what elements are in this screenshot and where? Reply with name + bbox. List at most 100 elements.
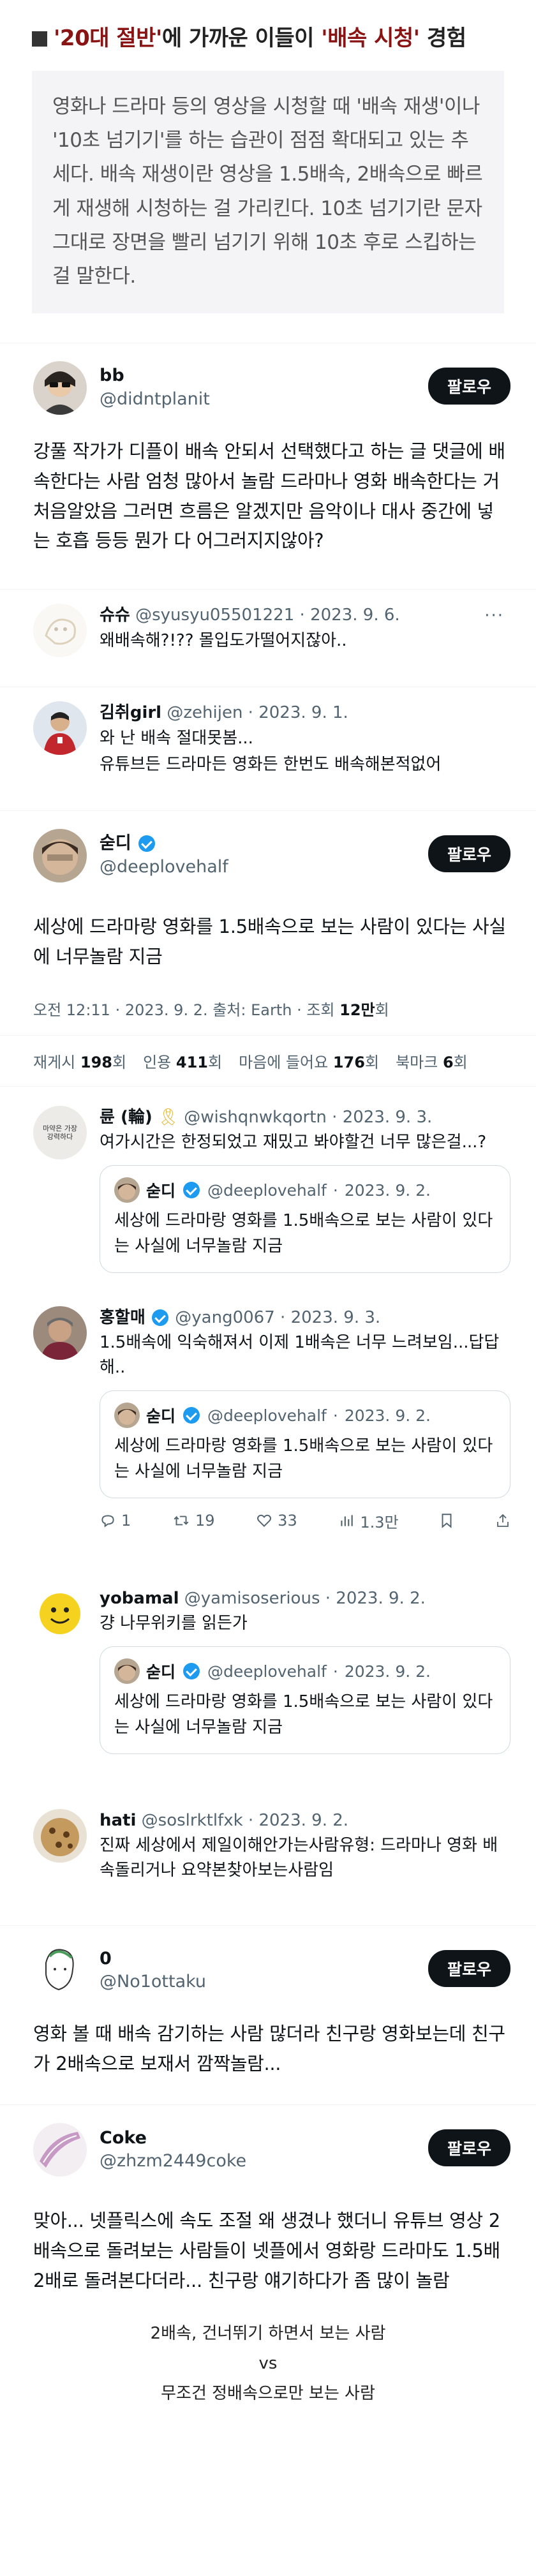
share-action[interactable]	[495, 1512, 510, 1529]
caption-line-3: 무조건 정배속으로만 보는 사람	[161, 2383, 375, 2403]
reply-handle[interactable]: @yang0067	[175, 1308, 274, 1327]
avatar[interactable]	[33, 361, 87, 415]
reply-handle[interactable]: @syusyu05501221	[135, 606, 294, 625]
follow-button[interactable]: 팔로우	[428, 367, 510, 405]
avatar[interactable]	[33, 701, 87, 756]
reply-zehijen[interactable]: 김취girl @zehijen · 2023. 9. 1. 와 난 배속 절대못…	[0, 687, 536, 793]
tweet-timestamp[interactable]: 오전 12:11 · 2023. 9. 2. 출처: Earth · 조회 12…	[0, 991, 536, 1035]
tweet-time[interactable]: 오전 12:11 · 2023. 9. 2. 출처: Earth · 조회	[33, 1001, 339, 1019]
quotes-stat[interactable]: 인용 411회	[143, 1050, 222, 1072]
retweet-action[interactable]: 19	[172, 1512, 215, 1530]
quoted-name: 숟디	[146, 1663, 176, 1682]
reply-text: 왜배속해?!?? 몰입도가떨어지잖아..	[100, 630, 347, 650]
title-end: 경험	[419, 26, 466, 51]
like-action[interactable]: 33	[256, 1512, 297, 1530]
reply-wishqnwkqortn[interactable]: 마약은 가장 강력하다 륜 (輪) 🎗 @wishqnwkqortn · 202…	[0, 1087, 536, 1290]
verified-badge-icon	[138, 835, 156, 852]
tweet-text: 세상에 드라마랑 영화를 1.5배속으로 보는 사람이 있다는 사실에 너무놀람…	[33, 915, 506, 967]
avatar[interactable]	[33, 1944, 87, 1998]
unit: 회	[364, 1053, 380, 1071]
avatar[interactable]: 마약은 가장 강력하다	[33, 1105, 87, 1159]
avatar[interactable]	[33, 604, 87, 658]
reply-name[interactable]: 홍할매	[100, 1308, 145, 1327]
avatar-text: 마약은 가장 강력하다	[42, 1124, 78, 1141]
tweet-no1ottaku[interactable]: 0 @No1ottaku 팔로우 영화 볼 때 배속 감기하는 사람 많더라 친…	[0, 1925, 536, 2099]
likes-label: 마음에 들어요	[239, 1053, 329, 1071]
reply-name[interactable]: 김취girl	[100, 703, 161, 722]
follow-button[interactable]: 팔로우	[428, 2129, 510, 2167]
unit: 회	[112, 1053, 127, 1071]
title-mid: 에 가까운 이들이	[161, 26, 322, 51]
avatar[interactable]	[33, 828, 87, 882]
quoted-date: 2023. 9. 2.	[344, 1180, 431, 1200]
user-handle[interactable]: @zhzm2449coke	[100, 2150, 246, 2173]
bookmark-action[interactable]	[440, 1512, 454, 1529]
reply-handle[interactable]: @wishqnwkqortn	[184, 1108, 327, 1127]
quoted-tweet[interactable]: 숟디 @deeplovehalf · 2023. 9. 2. 세상에 드라마랑 영…	[100, 1390, 510, 1498]
user-handle[interactable]: @didntplanit	[100, 388, 210, 411]
reply-handle[interactable]: @soslrktlfxk	[142, 1811, 243, 1830]
quoted-handle: @deeplovehalf	[207, 1180, 327, 1200]
user-name[interactable]: 숟디	[100, 833, 131, 853]
reply-date[interactable]: 2023. 9. 3.	[343, 1108, 433, 1127]
unit: 회	[453, 1053, 468, 1071]
reply-yamisoserious[interactable]: yobamal @yamisoserious · 2023. 9. 2. 걍 나…	[0, 1549, 536, 1771]
avatar[interactable]	[33, 1306, 87, 1360]
views-count: 1.3만	[360, 1513, 399, 1531]
retweets-stat[interactable]: 재게시 198회	[33, 1050, 126, 1072]
follow-button[interactable]: 팔로우	[428, 1950, 510, 1988]
quoted-avatar	[114, 1403, 140, 1429]
more-icon[interactable]: ···	[484, 606, 504, 625]
user-handle[interactable]: @deeplovehalf	[100, 856, 228, 879]
avatar[interactable]	[33, 1808, 87, 1863]
unit: 회	[208, 1053, 223, 1071]
reply-text-1: 와 난 배속 절대못봄...	[100, 728, 253, 748]
user-name[interactable]: 0	[100, 1947, 206, 1970]
reply-name[interactable]: 륜 (輪)	[100, 1108, 153, 1127]
quotes-count: 411	[175, 1053, 209, 1071]
user-name[interactable]: Coke	[100, 2127, 246, 2150]
caption-line-1: 2배속, 건너뛰기 하면서 보는 사람	[150, 2323, 386, 2343]
reply-name[interactable]: 슈슈	[100, 606, 130, 625]
likes-stat[interactable]: 마음에 들어요 176회	[239, 1050, 379, 1072]
reply-count: 1	[121, 1512, 131, 1530]
tweet-bb[interactable]: bb @didntplanit 팔로우 강풀 작가가 디플이 배속 안되서 선택…	[0, 342, 536, 576]
reply-name[interactable]: hati	[100, 1811, 136, 1830]
user-handle[interactable]: @No1ottaku	[100, 1970, 206, 1993]
tweet-deeplovehalf[interactable]: 숟디 @deeplovehalf 팔로우 세상에 드라마랑 영화를 1.5배속으…	[0, 810, 536, 991]
verified-badge-icon	[183, 1407, 200, 1424]
reply-syusyu[interactable]: 슈슈 @syusyu05501221 · 2023. 9. 6. 왜배속해?!?…	[0, 589, 536, 674]
quoted-text: 세상에 드라마랑 영화를 1.5배속으로 보는 사람이 있다는 사실에 너무놀람…	[114, 1211, 493, 1256]
reply-name[interactable]: yobamal	[100, 1589, 179, 1608]
article-body: 영화나 드라마 등의 영상을 시청할 때 '배속 재생'이나 '10초 넘기기'…	[32, 70, 504, 313]
avatar[interactable]	[33, 2123, 87, 2177]
reply-soslrktlfxk[interactable]: hati @soslrktlfxk · 2023. 9. 2. 진짜 세상에서 …	[0, 1771, 536, 1900]
article-section: '20대 절반'에 가까운 이들이 '배속 시청' 경험 영화나 드라마 등의 …	[0, 0, 536, 343]
reply-date[interactable]: 2023. 9. 6.	[310, 606, 400, 625]
bookmarks-stat[interactable]: 북마크 6회	[396, 1050, 468, 1072]
reply-date[interactable]: 2023. 9. 2.	[258, 1811, 348, 1830]
like-count: 33	[278, 1512, 297, 1530]
share-icon	[497, 1514, 509, 1528]
reply-action[interactable]: 1	[100, 1512, 131, 1530]
views-action[interactable]: 1.3만	[338, 1510, 399, 1532]
reply-handle[interactable]: @zehijen	[167, 703, 242, 722]
quoted-handle: @deeplovehalf	[207, 1662, 327, 1681]
reply-date[interactable]: 2023. 9. 3.	[291, 1308, 381, 1327]
avatar[interactable]	[33, 1586, 87, 1641]
quoted-text: 세상에 드라마랑 영화를 1.5배속으로 보는 사람이 있다는 사실에 너무놀람…	[114, 1436, 493, 1482]
view-unit: 회	[375, 1001, 389, 1019]
quoted-tweet[interactable]: 숟디 @deeplovehalf · 2023. 9. 2. 세상에 드라마랑 영…	[100, 1165, 510, 1273]
tweet-coke[interactable]: Coke @zhzm2449coke 팔로우 맞아... 넷플릭스에 속도 조절…	[0, 2104, 536, 2315]
follow-button[interactable]: 팔로우	[428, 835, 510, 872]
reply-handle[interactable]: @yamisoserious	[184, 1589, 320, 1608]
tweet-stats: 재게시 198회 인용 411회 마음에 들어요 176회 북마크 6회	[0, 1034, 536, 1087]
quoted-tweet[interactable]: 숟디 @deeplovehalf · 2023. 9. 2. 세상에 드라마랑 영…	[100, 1646, 510, 1754]
retweets-label: 재게시	[33, 1053, 76, 1071]
reply-text-2: 유튜브든 드라마든 영화든 한번도 배속해본적없어	[100, 754, 442, 774]
user-name[interactable]: bb	[100, 364, 210, 387]
reply-date[interactable]: 2023. 9. 2.	[336, 1589, 426, 1608]
reply-date[interactable]: 2023. 9. 1.	[258, 703, 348, 722]
article-title: '20대 절반'에 가까운 이들이 '배속 시청' 경험	[32, 22, 504, 56]
reply-yang0067[interactable]: 홍할매 @yang0067 · 2023. 9. 3. 1.5배속에 익숙해져서…	[0, 1290, 536, 1549]
